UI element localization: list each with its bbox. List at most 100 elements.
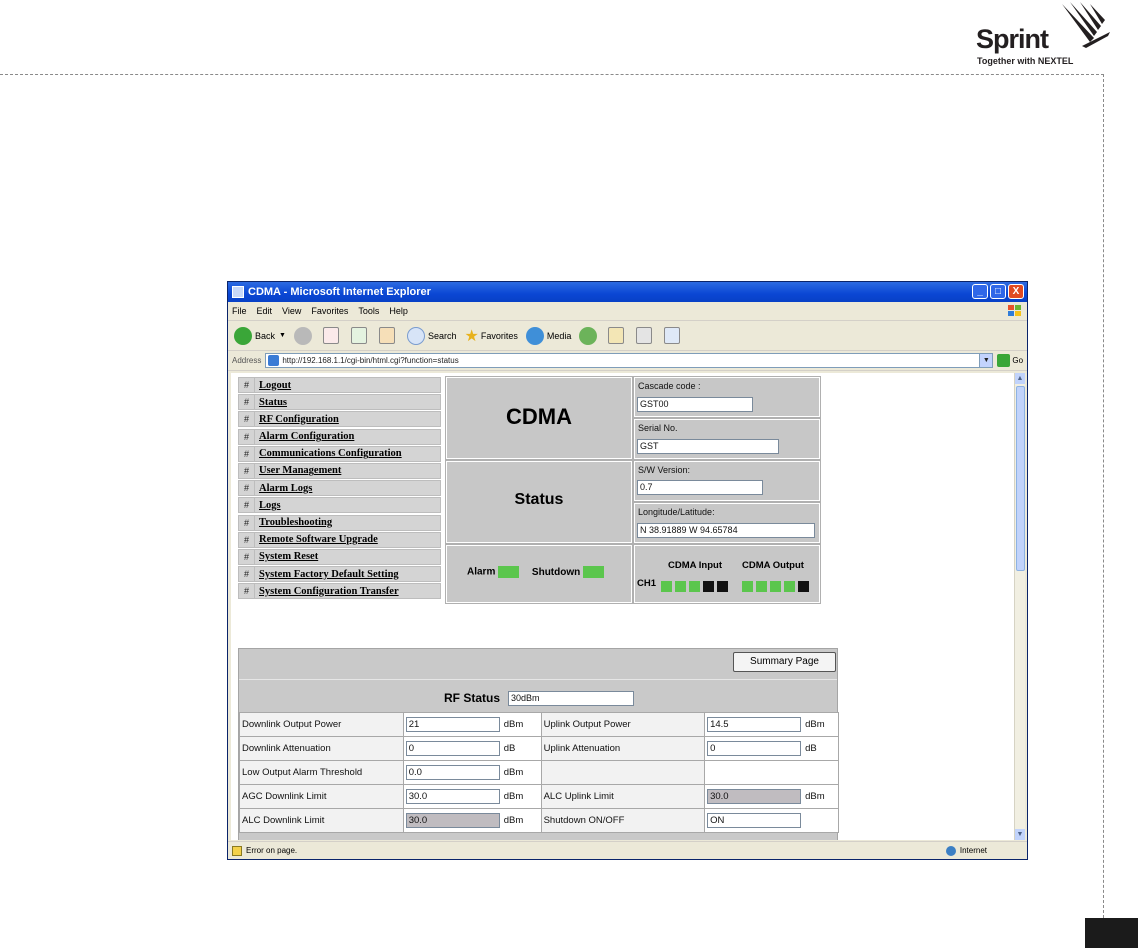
media-icon (525, 326, 544, 345)
print-button[interactable] (636, 327, 656, 344)
back-arrow-icon (234, 326, 252, 345)
title-block: CDMA (445, 376, 633, 460)
brand-name: Sprint (976, 24, 1049, 54)
rf-row: AGC Downlink Limit 30.0 dBm ALC Uplink Limi… (239, 784, 839, 809)
rf-input-left[interactable]: 0.0 (405, 765, 500, 780)
media-button[interactable]: Media (525, 326, 571, 345)
refresh-button[interactable] (350, 327, 371, 344)
nav-link-system-configuration-transfer[interactable]: System Configuration Transfer (259, 586, 399, 597)
nav-link-system-reset[interactable]: System Reset (259, 551, 318, 562)
rf-unit-left: dBm (503, 767, 524, 779)
rf-value-cell-right: 14.5 dBm (704, 712, 839, 737)
rf-input-right[interactable]: 30.0 (707, 789, 802, 804)
scroll-thumb[interactable] (1016, 386, 1025, 571)
forward-button[interactable] (293, 326, 315, 345)
rf-input-right[interactable]: 0 (707, 741, 802, 756)
nav-link-remote-software-upgrade[interactable]: Remote Software Upgrade (259, 534, 378, 545)
menu-favorites[interactable]: Favorites (311, 306, 348, 316)
nav-bullet: # (239, 498, 255, 513)
document-page: Sprint Together with NEXTEL CDMA - Micro… (0, 0, 1138, 948)
menu-help[interactable]: Help (389, 306, 408, 316)
nav-link-communications-configuration[interactable]: Communications Configuration (259, 448, 402, 459)
alarm-led (498, 566, 520, 578)
page-corner-tab (1085, 918, 1138, 948)
zone-label: Internet (959, 846, 987, 855)
search-icon (406, 326, 425, 345)
nav-link-logout[interactable]: Logout (259, 380, 291, 391)
cdma-output-leds (742, 578, 812, 596)
rf-status-title: RF Status (444, 691, 501, 705)
summary-page-button[interactable]: Summary Page (733, 652, 836, 672)
nav-link-troubleshooting[interactable]: Troubleshooting (259, 517, 332, 528)
serial-field[interactable]: GST (637, 439, 779, 454)
nav-bullet: # (239, 446, 255, 461)
rf-input-left[interactable]: 21 (405, 717, 500, 732)
serial-block: Serial No. GST (633, 418, 821, 460)
cdma-input-led-1 (661, 581, 672, 593)
nav-link-alarm-logs[interactable]: Alarm Logs (259, 483, 312, 494)
error-warning-icon[interactable] (232, 845, 242, 856)
cdma-output-led-1 (742, 581, 753, 593)
menu-file[interactable]: File (232, 306, 247, 316)
mail-button[interactable] (608, 327, 628, 344)
rf-input-left[interactable]: 0 (405, 741, 500, 756)
rf-label-right (540, 760, 706, 785)
back-button[interactable]: Back ▼ (234, 326, 286, 345)
menu-view[interactable]: View (282, 306, 301, 316)
title-bar: CDMA - Microsoft Internet Explorer _ □ X (228, 282, 1027, 302)
nav-link-status[interactable]: Status (259, 397, 287, 408)
cascade-label: Cascade code : (638, 381, 701, 391)
nav-link-system-factory-default-setting[interactable]: System Factory Default Setting (259, 569, 399, 580)
page-title: CDMA (506, 404, 572, 429)
nav-bullet: # (239, 532, 255, 547)
rf-input-right[interactable]: ON (707, 813, 802, 828)
window-title: CDMA - Microsoft Internet Explorer (248, 286, 431, 298)
edit-button[interactable] (664, 327, 684, 344)
nav-item-alarm-configuration: # Alarm Configuration (238, 428, 441, 445)
rf-label-left: Downlink Output Power (239, 712, 404, 737)
address-bar: Address http://192.168.1.1/cgi-bin/html.… (228, 351, 1027, 371)
address-dropdown-icon[interactable]: ▼ (979, 354, 993, 367)
scroll-down-icon[interactable]: ▼ (1015, 829, 1025, 840)
rf-value-cell-left: 30.0 dBm (402, 784, 542, 809)
history-button[interactable] (579, 326, 600, 345)
menu-edit[interactable]: Edit (257, 306, 273, 316)
close-button[interactable]: X (1008, 284, 1024, 299)
edit-page-icon (664, 327, 681, 344)
stop-button[interactable] (322, 327, 343, 344)
nav-link-user-management[interactable]: User Management (259, 465, 341, 476)
cascade-block: Cascade code : GST00 (633, 376, 821, 418)
vertical-scrollbar[interactable]: ▲ ▼ (1014, 373, 1025, 840)
nav-bullet: # (239, 412, 255, 427)
nav-link-alarm-configuration[interactable]: Alarm Configuration (259, 431, 354, 442)
go-button[interactable]: Go (997, 354, 1023, 367)
rf-input-left[interactable]: 30.0 (405, 813, 500, 828)
rf-value-cell-left: 0.0 dBm (402, 760, 542, 785)
minimize-button[interactable]: _ (972, 284, 988, 299)
back-dropdown-icon: ▼ (279, 332, 286, 339)
maximize-button[interactable]: □ (990, 284, 1006, 299)
rf-label-left: AGC Downlink Limit (239, 784, 404, 809)
cascade-field[interactable]: GST00 (637, 397, 753, 412)
subtitle-block: Status (445, 460, 633, 544)
nav-item-remote-software-upgrade: # Remote Software Upgrade (238, 531, 441, 548)
address-input[interactable]: http://192.168.1.1/cgi-bin/html.cgi?func… (265, 353, 994, 368)
home-button[interactable] (378, 327, 399, 344)
menu-tools[interactable]: Tools (358, 306, 379, 316)
rf-value-cell-right: 30.0 dBm (704, 784, 839, 809)
favorites-star-icon: ★ (464, 327, 479, 345)
nav-link-rf-configuration[interactable]: RF Configuration (259, 414, 339, 425)
search-button[interactable]: Search (406, 326, 456, 345)
page-frame-right (1103, 74, 1104, 948)
geo-block: Longitude/Latitude: N 38.91889 W 94.6578… (633, 502, 821, 544)
rf-input-right[interactable]: 14.5 (707, 717, 802, 732)
geo-field[interactable]: N 38.91889 W 94.65784 (637, 523, 815, 538)
rf-status-field[interactable]: 30dBm (508, 691, 634, 706)
history-icon (579, 326, 598, 345)
scroll-up-icon[interactable]: ▲ (1015, 373, 1025, 384)
favorites-button[interactable]: ★ Favorites (464, 326, 517, 346)
rf-input-left[interactable]: 30.0 (405, 789, 500, 804)
rf-label-left: Low Output Alarm Threshold (239, 760, 404, 785)
sw-version-field[interactable]: 0.7 (637, 480, 763, 495)
nav-link-logs[interactable]: Logs (259, 500, 281, 511)
